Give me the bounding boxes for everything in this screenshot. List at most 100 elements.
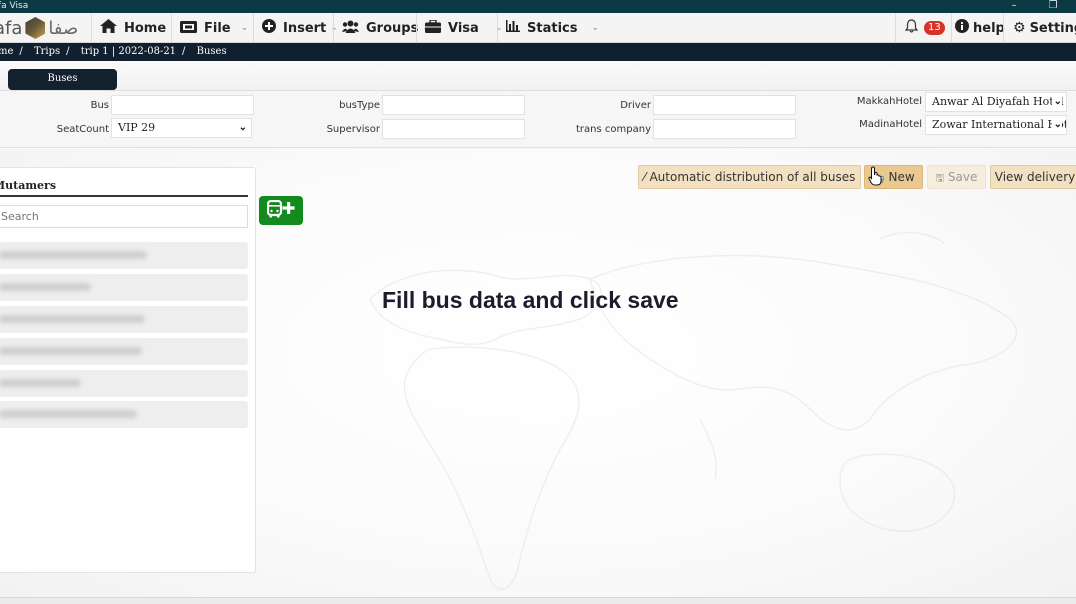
redacted-name <box>0 315 145 323</box>
seatcount-label: SeatCount <box>56 124 109 135</box>
auto-distribute-button[interactable]: ⁄ Automatic distribution of all buses <box>638 165 861 189</box>
mutamer-list-item[interactable] <box>0 401 248 428</box>
world-map-background <box>369 231 1018 591</box>
logo-arabic: صفا <box>48 17 79 39</box>
logo-latin: afa <box>0 17 23 39</box>
users-icon <box>342 20 359 37</box>
bus-input[interactable] <box>111 95 254 115</box>
driver-label: Driver <box>620 100 651 111</box>
redacted-name <box>0 251 147 259</box>
nav-groups-label: Groups <box>366 20 419 36</box>
window-title: fa Visa <box>0 1 29 11</box>
tab-buses[interactable]: Buses <box>8 69 117 90</box>
redacted-name <box>0 283 91 291</box>
bustype-input[interactable] <box>382 95 525 115</box>
bustype-label: busType <box>339 100 380 111</box>
chevron-down-icon: ⌄ <box>1051 93 1062 111</box>
new-label: New <box>888 170 915 184</box>
nav-statics-label: Statics <box>527 20 578 36</box>
nav-file-label: File <box>204 20 231 36</box>
seatcount-value: VIP 29 <box>118 121 156 134</box>
auto-distribute-label: Automatic distribution of all buses <box>649 170 856 184</box>
madina-hotel-value: Zowar International Hote <box>932 118 1067 131</box>
breadcrumb: me / Trips / trip 1 | 2022-08-21 / Buses <box>0 43 1076 61</box>
makkah-hotel-value: Anwar Al Diyafah Hotel <box>932 95 1064 108</box>
info-icon <box>955 19 969 37</box>
app-logo[interactable]: afa صفا <box>0 14 78 42</box>
nav-home[interactable]: Home <box>91 13 166 43</box>
mutamer-list-item[interactable] <box>0 306 248 333</box>
mutamer-list-item[interactable] <box>0 242 248 269</box>
makkah-hotel-select[interactable]: Anwar Al Diyafah Hotel ⌄ <box>925 92 1067 112</box>
bar-chart-icon <box>506 20 520 36</box>
madina-hotel-select[interactable]: Zowar International Hote ⌄ <box>925 115 1067 135</box>
mutamers-search-input[interactable] <box>0 205 248 228</box>
view-delivery-button[interactable]: View delivery <box>990 165 1076 189</box>
nav-insert-label: Insert <box>283 20 327 36</box>
mutamer-list-item[interactable] <box>0 338 248 365</box>
save-button[interactable]: 🖫 Save <box>927 165 986 189</box>
mutamer-list-item[interactable] <box>0 370 248 397</box>
supervisor-label: Supervisor <box>326 124 380 135</box>
main-content: Mutamers ⁄ Automatic distribution of all… <box>0 149 1076 597</box>
briefcase-icon <box>425 18 441 37</box>
magic-wand-icon: ⁄ <box>643 170 646 184</box>
gear-icon: ⚙ <box>1013 20 1026 36</box>
trans-company-input[interactable] <box>653 119 796 139</box>
floppy-disk-icon: 🖫 <box>935 173 945 184</box>
breadcrumb-home[interactable]: me <box>0 46 13 57</box>
save-label: Save <box>947 170 978 184</box>
hand-cursor-icon <box>868 166 882 186</box>
settings-label: Settings <box>1029 20 1076 36</box>
breadcrumb-buses: Buses <box>196 46 227 57</box>
breadcrumb-trips[interactable]: Trips <box>34 46 60 57</box>
notifications-badge: 13 <box>924 21 945 35</box>
nav-file[interactable]: File ⌄ <box>171 13 248 43</box>
madina-hotel-label: MadinaHotel <box>859 119 922 130</box>
bus-plus-icon <box>266 199 295 221</box>
settings-button[interactable]: ⚙ Settings <box>1003 13 1076 43</box>
nav-statics[interactable]: Statics ⌄ <box>497 13 599 43</box>
plus-circle-icon <box>262 19 276 37</box>
mutamer-list-item[interactable] <box>0 274 248 301</box>
breadcrumb-separator: / <box>19 46 23 57</box>
mutamers-panel: Mutamers <box>0 167 256 573</box>
tab-bar: Buses <box>0 61 1076 91</box>
redacted-name <box>0 410 137 418</box>
main-navbar: afa صفا Home File ⌄ Insert ⌄ Groups ⌄ V <box>0 13 1076 43</box>
file-icon <box>180 20 197 37</box>
driver-input[interactable] <box>653 95 796 115</box>
restore-icon[interactable]: ❐ <box>1043 0 1063 13</box>
chevron-down-icon: ⌄ <box>1051 116 1062 134</box>
nav-home-label: Home <box>124 20 167 36</box>
seatcount-select[interactable]: VIP 29 ⌄ <box>111 118 252 138</box>
chevron-down-icon: ⌄ <box>238 122 247 133</box>
bell-icon <box>904 19 919 37</box>
home-icon <box>100 19 117 37</box>
breadcrumb-separator: / <box>66 46 70 57</box>
help-label: help <box>973 20 1005 36</box>
mutamers-title: Mutamers <box>0 179 57 192</box>
makkah-hotel-label: MakkahHotel <box>856 96 922 107</box>
minimize-icon[interactable]: – <box>1004 0 1024 13</box>
view-delivery-label: View delivery <box>994 170 1076 184</box>
redacted-name <box>0 379 81 387</box>
nav-visa-label: Visa <box>448 20 479 36</box>
add-bus-button[interactable] <box>259 196 303 225</box>
window-title-bar: fa Visa – ❐ <box>0 0 1076 13</box>
redacted-name <box>0 347 142 355</box>
bottom-status-strip <box>0 597 1076 604</box>
help-button[interactable]: help <box>951 13 1005 43</box>
chevron-down-icon: ⌄ <box>240 23 249 33</box>
logo-emblem-icon <box>25 17 46 39</box>
breadcrumb-separator: / <box>182 46 186 57</box>
notifications-button[interactable]: 13 <box>895 13 945 43</box>
chevron-down-icon: ⌄ <box>591 23 600 33</box>
bus-label: Bus <box>90 100 109 111</box>
nav-insert[interactable]: Insert ⌄ <box>253 13 338 43</box>
mutamers-title-rule <box>0 195 248 197</box>
supervisor-input[interactable] <box>382 119 525 139</box>
trans-company-label: trans company <box>576 124 651 135</box>
breadcrumb-trip[interactable]: trip 1 | 2022-08-21 <box>81 46 176 57</box>
nav-visa[interactable]: Visa ⌄ <box>416 13 502 43</box>
